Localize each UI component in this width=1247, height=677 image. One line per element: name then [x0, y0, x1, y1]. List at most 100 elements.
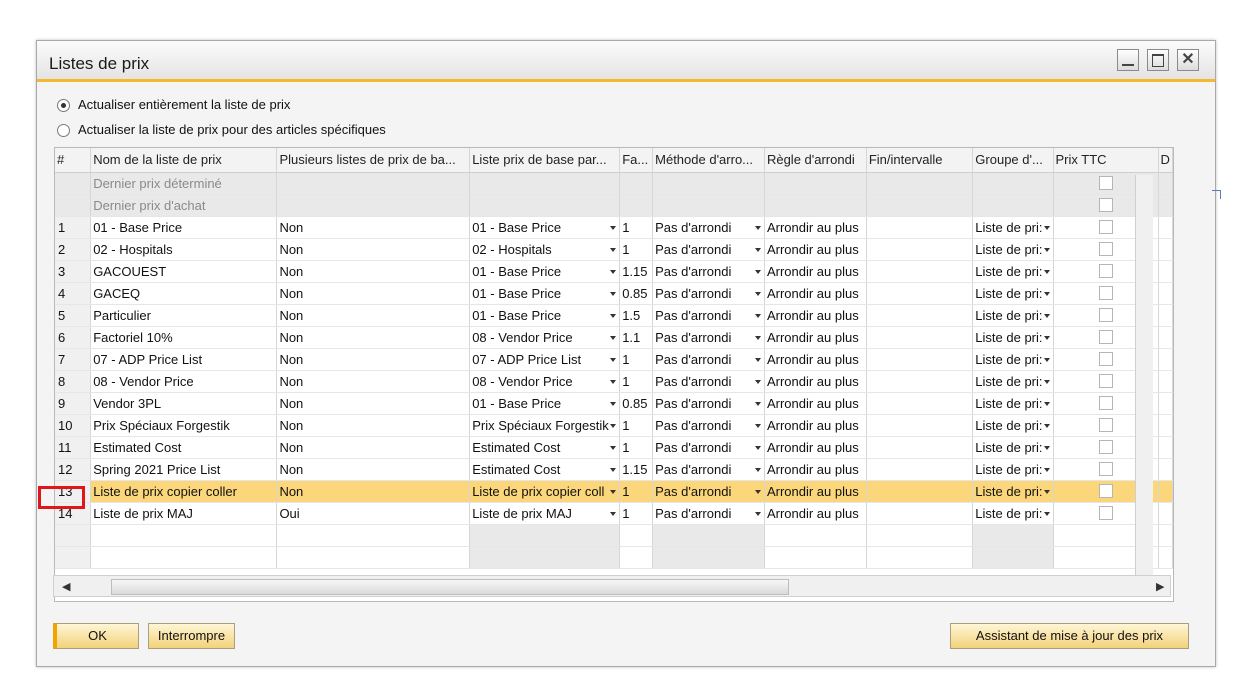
cell-name[interactable]: Vendor 3PL	[90, 392, 278, 415]
ttc-checkbox[interactable]	[1098, 374, 1113, 388]
ttc-checkbox[interactable]	[1098, 462, 1113, 476]
table-row[interactable]: 1 01 - Base Price Non 01 - Base Price 1 Pas d…	[55, 216, 1173, 239]
cell-base-list[interactable]: Liste de prix copier coll	[469, 480, 621, 503]
scroll-right-icon[interactable]: ▶	[1156, 580, 1164, 593]
cell-factor[interactable]: 1.15	[619, 458, 654, 481]
table-row[interactable]: 3 GACOUEST Non 01 - Base Price 1.15 Pas d'arr…	[55, 260, 1173, 283]
cell-factor[interactable]: 1	[619, 348, 654, 371]
ttc-checkbox[interactable]	[1098, 242, 1113, 256]
cell-multi[interactable]: Non	[276, 480, 471, 503]
cell-d[interactable]	[1158, 458, 1173, 481]
cell-base-list[interactable]: Liste de prix MAJ	[469, 502, 621, 525]
cell-d[interactable]	[1158, 480, 1173, 503]
cell-factor[interactable]: 1	[619, 502, 654, 525]
cell-group[interactable]: Liste de pri:	[972, 238, 1054, 261]
cell-base-list[interactable]: 08 - Vendor Price	[469, 370, 621, 393]
cell-d[interactable]	[1158, 502, 1173, 525]
cell-group[interactable]: Liste de pri:	[972, 326, 1054, 349]
table-row[interactable]: 13 Liste de prix copier coller Non Liste de…	[55, 480, 1173, 503]
ok-button[interactable]: OK	[53, 623, 139, 649]
ttc-checkbox[interactable]	[1098, 484, 1113, 498]
cell-name[interactable]: Factoriel 10%	[90, 326, 278, 349]
cell-name[interactable]: Estimated Cost	[90, 436, 278, 459]
cell-name[interactable]: 08 - Vendor Price	[90, 370, 278, 393]
cell-rounding-method[interactable]: Pas d'arrondi	[652, 480, 765, 503]
cell-rounding-method[interactable]: Pas d'arrondi	[652, 458, 765, 481]
cell-group[interactable]: Liste de pri:	[972, 260, 1054, 283]
radio-full-update[interactable]	[57, 99, 70, 113]
cell-name[interactable]: GACOUEST	[90, 260, 278, 283]
cell-name[interactable]: GACEQ	[90, 282, 278, 305]
cell-rounding-rule[interactable]: Arrondir au plus	[764, 348, 867, 371]
vertical-scrollbar[interactable]	[1135, 175, 1153, 575]
cell-rounding-rule[interactable]: Arrondir au plus	[764, 260, 867, 283]
cell-rounding-rule[interactable]: Arrondir au plus	[764, 436, 867, 459]
cell-factor[interactable]: 1	[619, 436, 654, 459]
ttc-checkbox[interactable]	[1098, 352, 1113, 366]
cell-rounding-rule[interactable]: Arrondir au plus	[764, 370, 867, 393]
cell-rounding-rule[interactable]: Arrondir au plus	[764, 238, 867, 261]
horizontal-scroll-thumb[interactable]	[111, 579, 789, 595]
cell-base-list[interactable]: 02 - Hospitals	[469, 238, 621, 261]
cell-interval[interactable]	[866, 238, 974, 261]
cell-interval[interactable]	[866, 392, 974, 415]
cell-group[interactable]: Liste de pri:	[972, 458, 1054, 481]
table-row[interactable]: 4 GACEQ Non 01 - Base Price 0.85 Pas d'arrond…	[55, 282, 1173, 305]
ttc-checkbox[interactable]	[1098, 264, 1113, 278]
col-header-ttc[interactable]: Prix TTC	[1053, 148, 1159, 173]
cell-name[interactable]: Prix Spéciaux Forgestik	[90, 414, 278, 437]
empty-row[interactable]	[55, 546, 1173, 569]
cell-base-list[interactable]: 01 - Base Price	[469, 216, 621, 239]
cell-interval[interactable]	[866, 370, 974, 393]
cell-interval[interactable]	[866, 260, 974, 283]
cell-factor[interactable]: 0.85	[619, 392, 654, 415]
col-header-base[interactable]: Liste prix de base par...	[469, 148, 621, 173]
price-update-wizard-button[interactable]: Assistant de mise à jour des prix	[950, 623, 1189, 649]
cell-multi[interactable]: Non	[276, 348, 471, 371]
cell-rounding-rule[interactable]: Arrondir au plus	[764, 502, 867, 525]
col-header-name[interactable]: Nom de la liste de prix	[90, 148, 278, 173]
table-row[interactable]: 2 02 - Hospitals Non 02 - Hospitals 1 Pas d'a…	[55, 238, 1173, 261]
table-row[interactable]: 10 Prix Spéciaux Forgestik Non Prix Spéciau…	[55, 414, 1173, 437]
cell-group[interactable]: Liste de pri:	[972, 370, 1054, 393]
cell-multi[interactable]: Non	[276, 238, 471, 261]
cell-group[interactable]: Liste de pri:	[972, 282, 1054, 305]
cell-multi[interactable]: Non	[276, 414, 471, 437]
cell-base-list[interactable]: Estimated Cost	[469, 458, 621, 481]
cell-group[interactable]: Liste de pri:	[972, 480, 1054, 503]
cell-rounding-rule[interactable]: Arrondir au plus	[764, 414, 867, 437]
cell-base-list[interactable]: Estimated Cost	[469, 436, 621, 459]
cell-interval[interactable]	[866, 304, 974, 327]
cell-interval[interactable]	[866, 458, 974, 481]
cell-group[interactable]: Liste de pri:	[972, 304, 1054, 327]
expand-arrow-icon[interactable]	[1212, 190, 1221, 199]
cell-interval[interactable]	[866, 326, 974, 349]
cell-name[interactable]: Spring 2021 Price List	[90, 458, 278, 481]
ttc-checkbox[interactable]	[1098, 286, 1113, 300]
table-row[interactable]: 7 07 - ADP Price List Non 07 - ADP Price Li…	[55, 348, 1173, 371]
horizontal-scrollbar[interactable]: ◀ ▶	[53, 575, 1171, 597]
cell-interval[interactable]	[866, 216, 974, 239]
cell-rounding-method[interactable]: Pas d'arrondi	[652, 502, 765, 525]
cell-rounding-rule[interactable]: Arrondir au plus	[764, 480, 867, 503]
cell-base-list[interactable]: 01 - Base Price	[469, 304, 621, 327]
cell-factor[interactable]: 1	[619, 480, 654, 503]
cell-rounding-method[interactable]: Pas d'arrondi	[652, 370, 765, 393]
cell-d[interactable]	[1158, 260, 1173, 283]
cell-factor[interactable]: 1.5	[619, 304, 654, 327]
cell-multi[interactable]: Non	[276, 458, 471, 481]
col-header-multi[interactable]: Plusieurs listes de prix de ba...	[276, 148, 471, 173]
cell-interval[interactable]	[866, 502, 974, 525]
minimize-button[interactable]	[1117, 49, 1139, 71]
radio-specific-items[interactable]	[57, 124, 70, 138]
cancel-button[interactable]: Interrompre	[148, 623, 235, 649]
cell-factor[interactable]: 1.15	[619, 260, 654, 283]
cell-factor[interactable]: 1	[619, 370, 654, 393]
cell-interval[interactable]	[866, 436, 974, 459]
cell-base-list[interactable]: Prix Spéciaux Forgestik	[469, 414, 621, 437]
cell-rounding-method[interactable]: Pas d'arrondi	[652, 348, 765, 371]
ttc-checkbox[interactable]	[1098, 440, 1113, 454]
cell-multi[interactable]: Non	[276, 326, 471, 349]
table-row[interactable]: 14 Liste de prix MAJ Oui Liste de prix MAJ 1…	[55, 502, 1173, 525]
empty-row[interactable]	[55, 524, 1173, 547]
